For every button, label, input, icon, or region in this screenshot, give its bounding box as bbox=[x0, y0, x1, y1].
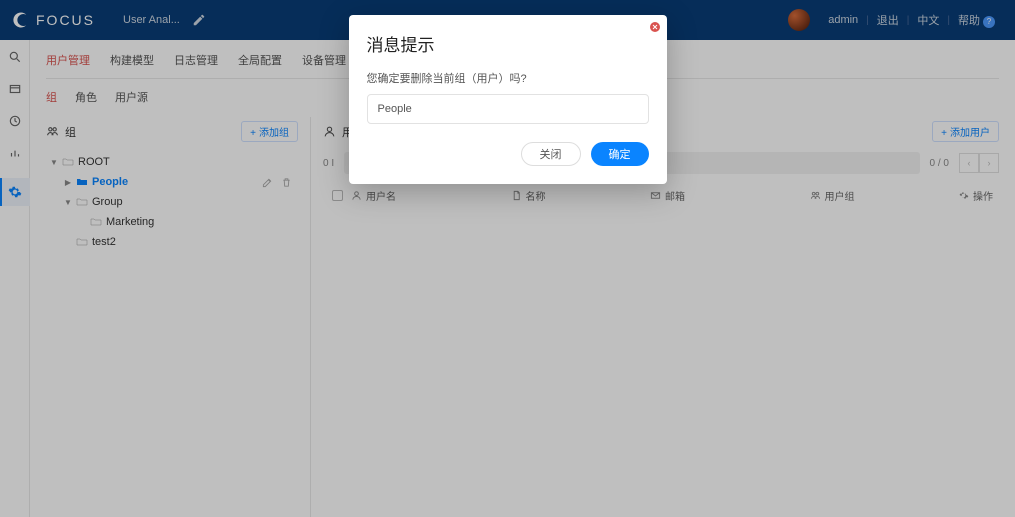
modal-input[interactable] bbox=[367, 94, 649, 124]
modal-message: 您确定要删除当前组（用户）吗? bbox=[367, 70, 649, 86]
confirm-modal: 消息提示 您确定要删除当前组（用户）吗? 关闭 确定 bbox=[349, 15, 667, 184]
modal-actions: 关闭 确定 bbox=[367, 142, 649, 166]
confirm-button[interactable]: 确定 bbox=[591, 142, 649, 166]
cancel-button[interactable]: 关闭 bbox=[521, 142, 581, 166]
close-icon[interactable] bbox=[649, 21, 661, 33]
modal-overlay[interactable]: 消息提示 您确定要删除当前组（用户）吗? 关闭 确定 bbox=[0, 0, 1015, 517]
modal-title: 消息提示 bbox=[367, 31, 649, 56]
